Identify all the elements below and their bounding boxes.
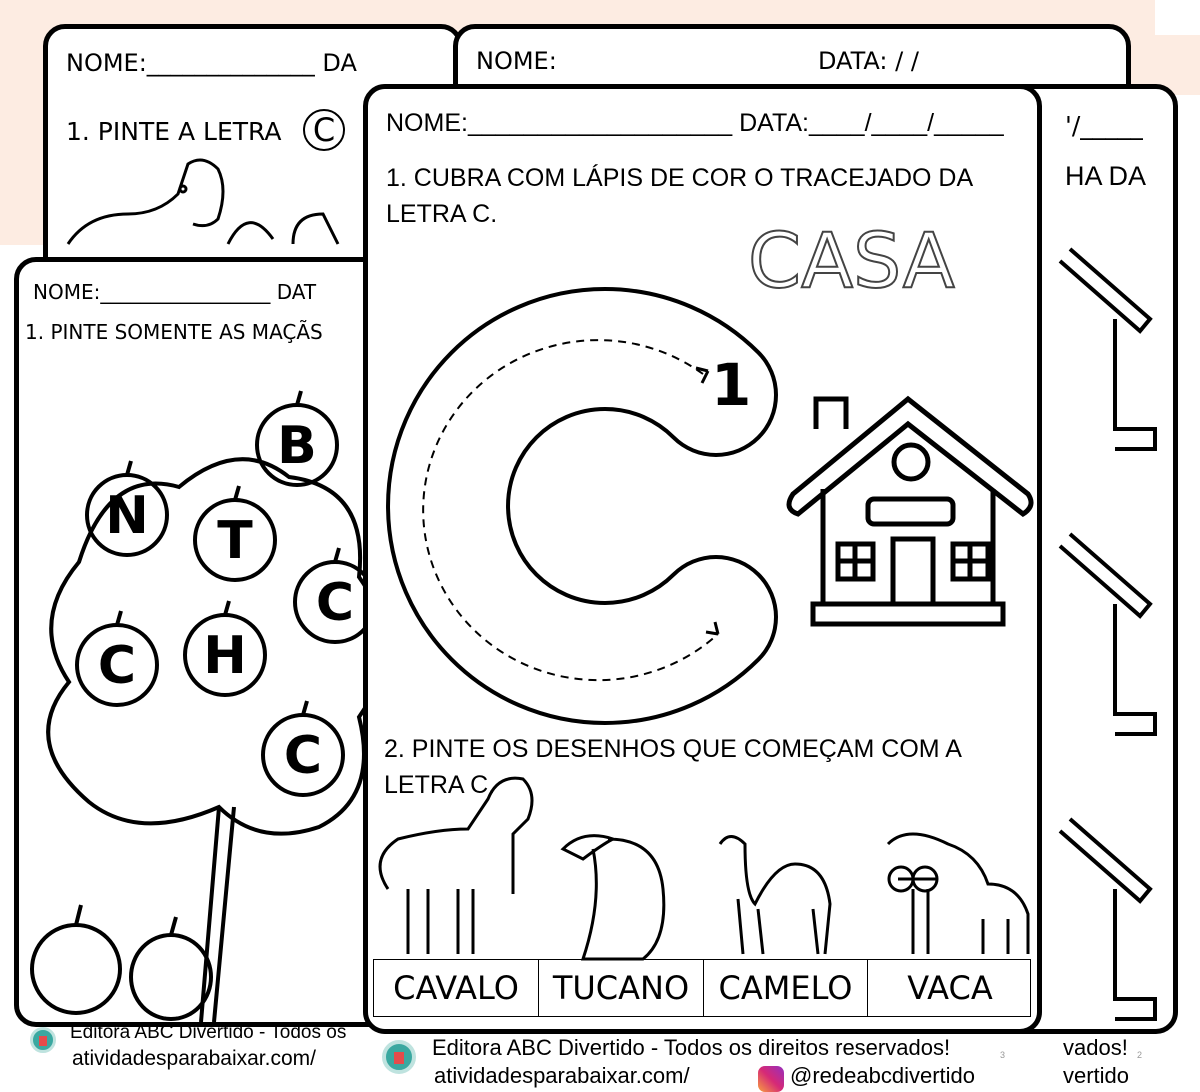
word-casa: CASA bbox=[748, 216, 955, 305]
apple-letter: C bbox=[316, 573, 354, 633]
cell-camelo: CAMELO bbox=[704, 960, 868, 1016]
name-label: NOME: bbox=[476, 47, 557, 75]
footer-instagram[interactable]: @redeabcdivertido bbox=[790, 1063, 975, 1089]
cell-cavalo: CAVALO bbox=[374, 960, 539, 1016]
footer-left-publisher: Editora ABC Divertido - Todos os bbox=[70, 1022, 347, 1043]
footer-publisher: Editora ABC Divertido - Todos os direito… bbox=[432, 1035, 951, 1060]
instagram-icon bbox=[758, 1066, 784, 1092]
apple-letter: H bbox=[203, 626, 247, 686]
date-label: DATA: / / bbox=[818, 47, 919, 75]
apple-letter: C bbox=[98, 636, 136, 696]
page-number: 3 bbox=[1000, 1050, 1006, 1060]
logo-left bbox=[30, 1027, 56, 1053]
stroke-number: 1 bbox=[711, 351, 751, 419]
apple-letter: B bbox=[277, 416, 317, 476]
animals-drawings bbox=[378, 776, 1030, 961]
house-drawing bbox=[786, 395, 1034, 627]
letter-c-tracing: CASA 1 bbox=[378, 215, 1034, 961]
footer-right-tail: vados! bbox=[1063, 1035, 1128, 1060]
animal-names-table: CAVALO TUCANO CAMELO VACA bbox=[373, 959, 1031, 1017]
page-number-right: 2 bbox=[1137, 1050, 1143, 1060]
apple-letter: N bbox=[105, 486, 149, 546]
logo-main bbox=[382, 1040, 416, 1074]
footer-left-site[interactable]: atividadesparabaixar.com/ bbox=[72, 1047, 316, 1071]
apple-letter: T bbox=[217, 511, 253, 571]
apple-letter: C bbox=[284, 726, 322, 786]
task2-text: 2. PINTE OS DESENHOS QUE COMEÇAM COM A bbox=[384, 735, 962, 763]
footer-site[interactable]: atividadesparabaixar.com/ bbox=[434, 1063, 690, 1089]
task2-text-line2: LETRA C. bbox=[384, 771, 496, 799]
cell-tucano: TUCANO bbox=[539, 960, 704, 1016]
footer-right-tail2: vertido bbox=[1063, 1063, 1130, 1088]
cell-vaca: VACA bbox=[907, 969, 993, 1007]
worksheet-main: NOME:___________________ DATA:____/____/… bbox=[363, 84, 1042, 1034]
